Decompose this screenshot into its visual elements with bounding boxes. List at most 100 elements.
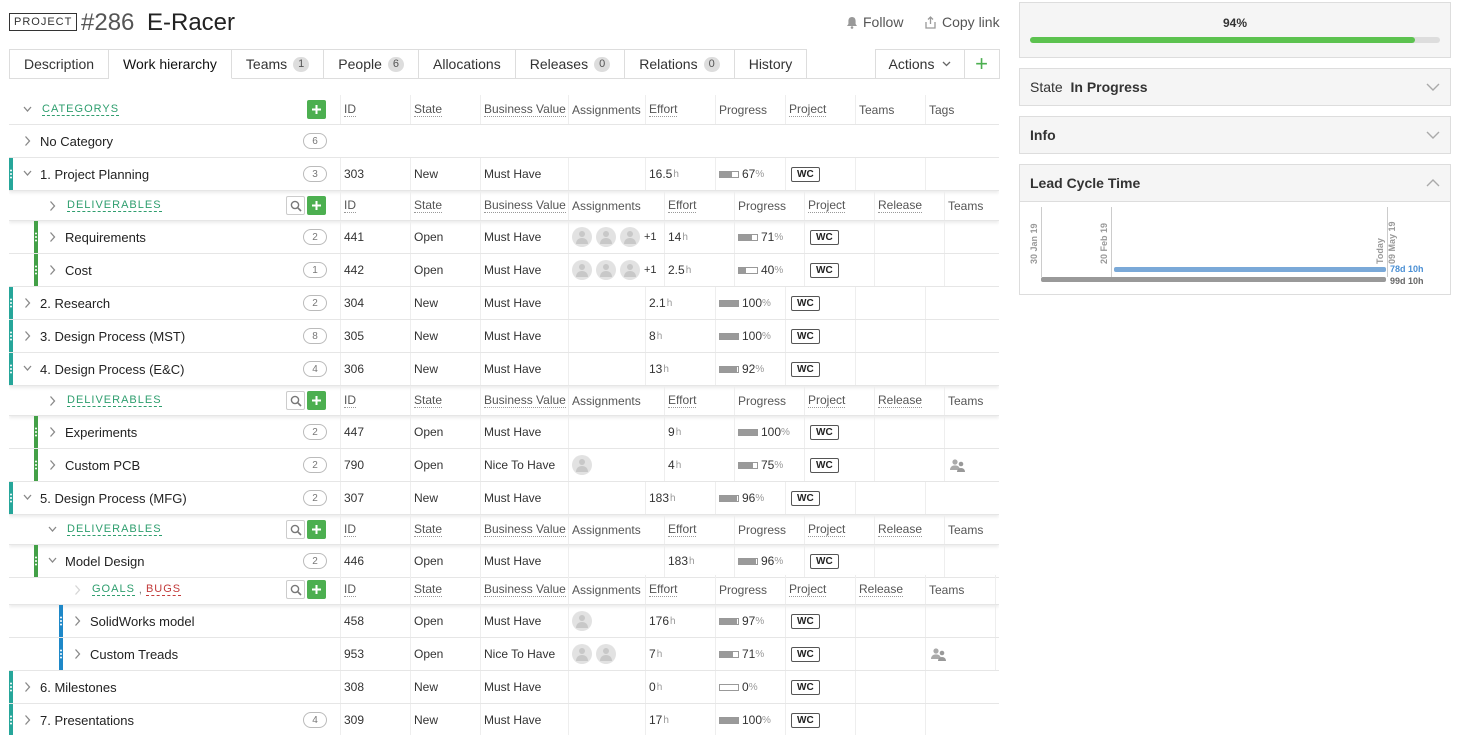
group-by-goals_bugs[interactable]: GOALS, BUGS (92, 575, 182, 604)
group-by-deliverables[interactable]: DELIVERABLES (67, 191, 162, 220)
column-header-progress[interactable]: Progress (738, 515, 786, 544)
column-header-teams[interactable]: Teams (948, 515, 983, 544)
project-tag[interactable]: WC (791, 646, 820, 662)
project-tag[interactable]: WC (810, 229, 839, 245)
group-by-deliverables[interactable]: DELIVERABLES (67, 515, 162, 544)
chevron-down-icon[interactable] (21, 482, 33, 514)
column-header-assign[interactable]: Assignments (572, 95, 641, 124)
column-header-project[interactable]: Project (808, 515, 846, 544)
column-header-effort[interactable]: Effort (668, 515, 697, 544)
search-button[interactable] (286, 580, 305, 599)
chevron-right-icon[interactable] (71, 605, 83, 637)
project-tag[interactable]: WC (791, 490, 820, 506)
copy-link-button[interactable]: Copy link (924, 14, 1000, 30)
tab-people[interactable]: People 6 (324, 49, 419, 79)
table-row[interactable]: 1. Project Planning 3 303 New Must Have 16.5 h… (9, 158, 999, 191)
table-row[interactable]: SolidWorks model 458 Open Must Have 176 h 97% W… (9, 605, 999, 638)
chevron-right-icon[interactable] (71, 575, 83, 604)
table-row[interactable]: Model Design 2 446 Open Must Have 183 h 96% WC (9, 545, 999, 578)
table-row[interactable]: Custom PCB 2 790 Open Nice To Have 4 h 75% WC (9, 449, 999, 482)
column-header-progress[interactable]: Progress (738, 191, 786, 220)
column-header-project[interactable]: Project (808, 386, 846, 415)
column-header-assign[interactable]: Assignments (572, 515, 641, 544)
column-header-state[interactable]: State (414, 515, 443, 544)
project-tag[interactable]: WC (791, 712, 820, 728)
project-tag[interactable]: WC (791, 166, 820, 182)
chevron-right-icon[interactable] (21, 287, 33, 319)
column-header-teams[interactable]: Teams (859, 95, 894, 124)
table-row[interactable]: 5. Design Process (MFG) 2 307 New Must Have 1… (9, 482, 999, 515)
chevron-right-icon[interactable] (46, 221, 58, 253)
column-header-state[interactable]: State (414, 575, 443, 604)
column-header-teams[interactable]: Teams (948, 191, 983, 220)
project-tag[interactable]: WC (791, 679, 820, 695)
column-header-assign[interactable]: Assignments (572, 386, 641, 415)
project-tag[interactable]: WC (791, 328, 820, 344)
chevron-right-icon[interactable] (46, 416, 58, 448)
column-header-teams[interactable]: Teams (948, 386, 983, 415)
search-button[interactable] (286, 391, 305, 410)
tab-releases[interactable]: Releases 0 (515, 49, 626, 79)
table-row[interactable]: No Category 6 (9, 125, 999, 158)
column-header-assign[interactable]: Assignments (572, 191, 641, 220)
add-child-button[interactable] (307, 520, 326, 539)
search-button[interactable] (286, 520, 305, 539)
column-header-project[interactable]: Project (808, 191, 846, 220)
chevron-right-icon[interactable] (21, 704, 33, 735)
chevron-right-icon[interactable] (71, 638, 83, 670)
tab-allocations[interactable]: Allocations (419, 49, 516, 79)
chevron-right-icon[interactable] (46, 386, 58, 415)
add-item-button[interactable]: + (964, 49, 1000, 79)
tab-work-hierarchy[interactable]: Work hierarchy (109, 49, 232, 79)
project-tag[interactable]: WC (810, 457, 839, 473)
table-row[interactable]: 2. Research 2 304 New Must Have 2.1 h 100% WC (9, 287, 999, 320)
assignments[interactable]: +1 (572, 221, 657, 253)
column-header-bv[interactable]: Business Value (484, 386, 566, 415)
actions-dropdown[interactable]: Actions (875, 49, 965, 79)
column-header-release[interactable]: Release (859, 575, 904, 604)
table-row[interactable]: Requirements 2 441 Open Must Have +1 14 h 71% WC (9, 221, 999, 254)
column-header-state[interactable]: State (414, 386, 443, 415)
column-header-state[interactable]: State (414, 95, 443, 124)
column-header-id[interactable]: ID (344, 191, 356, 220)
chevron-right-icon[interactable] (46, 449, 58, 481)
column-header-progress[interactable]: Progress (719, 95, 767, 124)
project-tag[interactable]: WC (810, 424, 839, 440)
assignments[interactable] (572, 638, 620, 670)
tab-history[interactable]: History (734, 49, 808, 79)
chevron-right-icon[interactable] (46, 191, 58, 220)
column-header-progress[interactable]: Progress (719, 575, 767, 604)
add-child-button[interactable] (307, 196, 326, 215)
column-header-teams[interactable]: Teams (929, 575, 964, 604)
column-header-id[interactable]: ID (344, 95, 356, 124)
lead-cycle-header[interactable]: Lead Cycle Time (1020, 165, 1450, 201)
table-row[interactable]: 7. Presentations 4 309 New Must Have 17 h 100% W… (9, 704, 999, 735)
table-row[interactable]: Custom Treads 953 Open Nice To Have 7 h 71% WC (9, 638, 999, 671)
chevron-right-icon[interactable] (21, 671, 33, 703)
search-button[interactable] (286, 196, 305, 215)
project-tag[interactable]: WC (791, 295, 820, 311)
group-by-deliverables[interactable]: DELIVERABLES (67, 386, 162, 415)
tab-teams[interactable]: Teams 1 (231, 49, 325, 79)
table-row[interactable]: Experiments 2 447 Open Must Have 9 h 100% WC (9, 416, 999, 449)
assignments[interactable]: +1 (572, 254, 657, 286)
chevron-right-icon[interactable] (21, 125, 33, 157)
column-header-bv[interactable]: Business Value (484, 575, 566, 604)
column-header-release[interactable]: Release (878, 191, 923, 220)
project-tag[interactable]: WC (791, 361, 820, 377)
column-header-bv[interactable]: Business Value (484, 191, 566, 220)
column-header-id[interactable]: ID (344, 515, 356, 544)
assignments[interactable] (572, 449, 596, 481)
chevron-right-icon[interactable] (21, 320, 33, 352)
table-row[interactable]: 6. Milestones 308 New Must Have 0 h 0% WC (9, 671, 999, 704)
chevron-down-icon[interactable] (46, 545, 58, 577)
column-header-project[interactable]: Project (789, 575, 827, 604)
group-by-categorys[interactable]: CATEGORYS (42, 95, 120, 124)
info-panel[interactable]: Info (1019, 116, 1451, 154)
table-row[interactable]: 3. Design Process (MST) 8 305 New Must Have 8… (9, 320, 999, 353)
column-header-release[interactable]: Release (878, 515, 923, 544)
project-tag[interactable]: WC (810, 262, 839, 278)
assignments[interactable] (572, 605, 596, 637)
project-tag[interactable]: WC (791, 613, 820, 629)
project-tag[interactable]: WC (810, 553, 839, 569)
